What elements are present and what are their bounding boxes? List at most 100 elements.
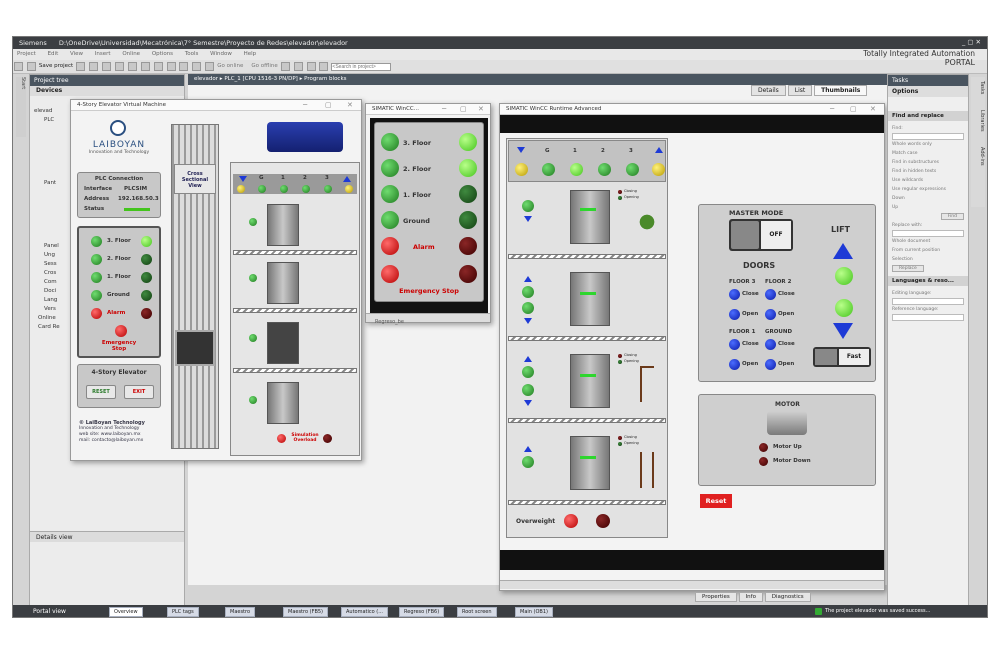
tab-list[interactable]: List bbox=[787, 85, 813, 96]
up-radio[interactable]: Up bbox=[892, 203, 964, 212]
upload-icon[interactable] bbox=[192, 62, 202, 71]
floor2-call-button[interactable] bbox=[522, 286, 534, 298]
floor1-open-button[interactable] bbox=[729, 359, 740, 370]
floor2-call-button-2[interactable] bbox=[522, 302, 534, 314]
exit-button[interactable]: EXIT bbox=[124, 385, 154, 399]
split-editor-icon[interactable] bbox=[306, 62, 316, 71]
close-icon[interactable]: ✕ bbox=[478, 105, 484, 113]
details-view-header[interactable]: Details view bbox=[30, 531, 184, 542]
delete-icon[interactable] bbox=[127, 62, 137, 71]
regex-checkbox[interactable]: Use regular expressions bbox=[892, 185, 964, 194]
editor-tab[interactable]: Root screen bbox=[457, 607, 497, 617]
from-current-radio[interactable]: From current position bbox=[892, 246, 964, 255]
minimize-icon[interactable]: ─ bbox=[303, 101, 307, 109]
ground-button[interactable] bbox=[141, 290, 152, 301]
redo-icon[interactable] bbox=[153, 62, 163, 71]
languages-header[interactable]: Languages & reso... bbox=[888, 276, 968, 286]
reset-button[interactable]: Reset bbox=[700, 494, 732, 508]
floor1-call-button[interactable] bbox=[249, 334, 257, 342]
floor3-button[interactable] bbox=[459, 133, 477, 151]
menu-window[interactable]: Window bbox=[210, 51, 232, 57]
find-input[interactable] bbox=[892, 133, 964, 140]
find-replace-header[interactable]: Find and replace bbox=[888, 111, 968, 121]
side-tab-libraries[interactable]: Libraries bbox=[979, 110, 985, 132]
minimize-icon[interactable]: ─ bbox=[830, 105, 834, 113]
new-project-icon[interactable] bbox=[14, 62, 23, 71]
close-icon[interactable]: ✕ bbox=[870, 105, 876, 113]
find-button[interactable]: Find bbox=[940, 213, 964, 220]
master-mode-toggle[interactable]: OFF bbox=[729, 219, 793, 251]
replace-button[interactable]: Replace bbox=[892, 265, 924, 272]
emergency-stop-button[interactable] bbox=[115, 325, 127, 337]
minimize-icon[interactable]: ─ bbox=[442, 105, 446, 113]
maximize-icon[interactable]: ▢ bbox=[850, 105, 857, 113]
tab-info[interactable]: Info bbox=[738, 592, 763, 602]
floor1-call-button-2[interactable] bbox=[522, 384, 534, 396]
paste-icon[interactable] bbox=[114, 62, 124, 71]
editor-tab[interactable]: Maestro bbox=[225, 607, 256, 617]
floor2-button[interactable] bbox=[459, 159, 477, 177]
match-case-checkbox[interactable]: Match case bbox=[892, 149, 964, 158]
go-online-button[interactable]: Go online bbox=[217, 63, 243, 69]
overload-button[interactable] bbox=[323, 434, 332, 443]
ground-call-button[interactable] bbox=[249, 396, 257, 404]
floor2-open-button[interactable] bbox=[765, 309, 776, 320]
ground-button[interactable] bbox=[459, 211, 477, 229]
find-substructures-checkbox[interactable]: Find in substructures bbox=[892, 158, 964, 167]
print-icon[interactable] bbox=[76, 62, 86, 71]
editor-tab[interactable]: Overview bbox=[109, 607, 143, 617]
floor3-close-button[interactable] bbox=[729, 289, 740, 300]
ground-open-button[interactable] bbox=[765, 359, 776, 370]
menu-online[interactable]: Online bbox=[122, 51, 140, 57]
save-project-button[interactable]: Save project bbox=[39, 63, 73, 69]
go-offline-button[interactable]: Go offline bbox=[251, 63, 277, 69]
download-icon[interactable] bbox=[179, 62, 189, 71]
search-project-input[interactable] bbox=[331, 63, 392, 71]
wildcards-checkbox[interactable]: Use wildcards bbox=[892, 176, 964, 185]
menu-tools[interactable]: Tools bbox=[185, 51, 199, 57]
tab-thumbnails[interactable]: Thumbnails bbox=[814, 85, 868, 96]
cut-icon[interactable] bbox=[89, 62, 99, 71]
floor1-button[interactable] bbox=[141, 272, 152, 283]
speed-toggle[interactable]: Fast bbox=[813, 347, 871, 367]
devices-tab[interactable]: Devices bbox=[30, 86, 184, 96]
maximize-icon[interactable]: ▢ bbox=[325, 101, 332, 109]
window-controls[interactable]: _ ▢ ✕ bbox=[962, 38, 981, 46]
breadcrumb-item[interactable]: elevador bbox=[194, 76, 218, 82]
floor2-button[interactable] bbox=[141, 254, 152, 265]
find-hidden-checkbox[interactable]: Find in hidden texts bbox=[892, 167, 964, 176]
reset-button[interactable]: RESET bbox=[86, 385, 116, 399]
accessible-devices-icon[interactable] bbox=[280, 62, 290, 71]
floor2-close-button[interactable] bbox=[765, 289, 776, 300]
close-icon[interactable]: ✕ bbox=[347, 101, 353, 109]
menu-help[interactable]: Help bbox=[244, 51, 257, 57]
side-tab-addins[interactable]: Add-ins bbox=[979, 147, 985, 166]
editor-tab[interactable]: Maestro (FB5) bbox=[283, 607, 329, 617]
maximize-icon[interactable]: ▢ bbox=[460, 105, 467, 113]
undo-icon[interactable] bbox=[140, 62, 150, 71]
close-icon[interactable] bbox=[319, 62, 329, 71]
menu-project[interactable]: Project bbox=[17, 51, 36, 57]
editor-tab[interactable]: Main (OB1) bbox=[515, 607, 553, 617]
tab-details[interactable]: Details bbox=[751, 85, 786, 96]
copy-icon[interactable] bbox=[101, 62, 111, 71]
menu-insert[interactable]: Insert bbox=[95, 51, 111, 57]
ground-call-button[interactable] bbox=[522, 456, 534, 468]
reference-language-select[interactable] bbox=[892, 314, 964, 321]
cross-reference-icon[interactable] bbox=[293, 62, 303, 71]
menu-edit[interactable]: Edit bbox=[48, 51, 59, 57]
compile-icon[interactable] bbox=[166, 62, 176, 71]
menu-options[interactable]: Options bbox=[152, 51, 173, 57]
lift-down-icon[interactable] bbox=[833, 323, 853, 339]
horizontal-scrollbar[interactable] bbox=[500, 580, 884, 589]
floor3-button[interactable] bbox=[141, 236, 152, 247]
emergency-button[interactable] bbox=[459, 265, 477, 283]
menu-view[interactable]: View bbox=[70, 51, 83, 57]
floor1-button[interactable] bbox=[459, 185, 477, 203]
alarm-button[interactable] bbox=[459, 237, 477, 255]
alarm-button[interactable] bbox=[141, 308, 152, 319]
breadcrumb-item[interactable]: Program blocks bbox=[304, 76, 346, 82]
portal-view-button[interactable]: Portal view bbox=[33, 608, 66, 615]
floor1-close-button[interactable] bbox=[729, 339, 740, 350]
editor-tab[interactable]: Automatico (... bbox=[341, 607, 389, 617]
